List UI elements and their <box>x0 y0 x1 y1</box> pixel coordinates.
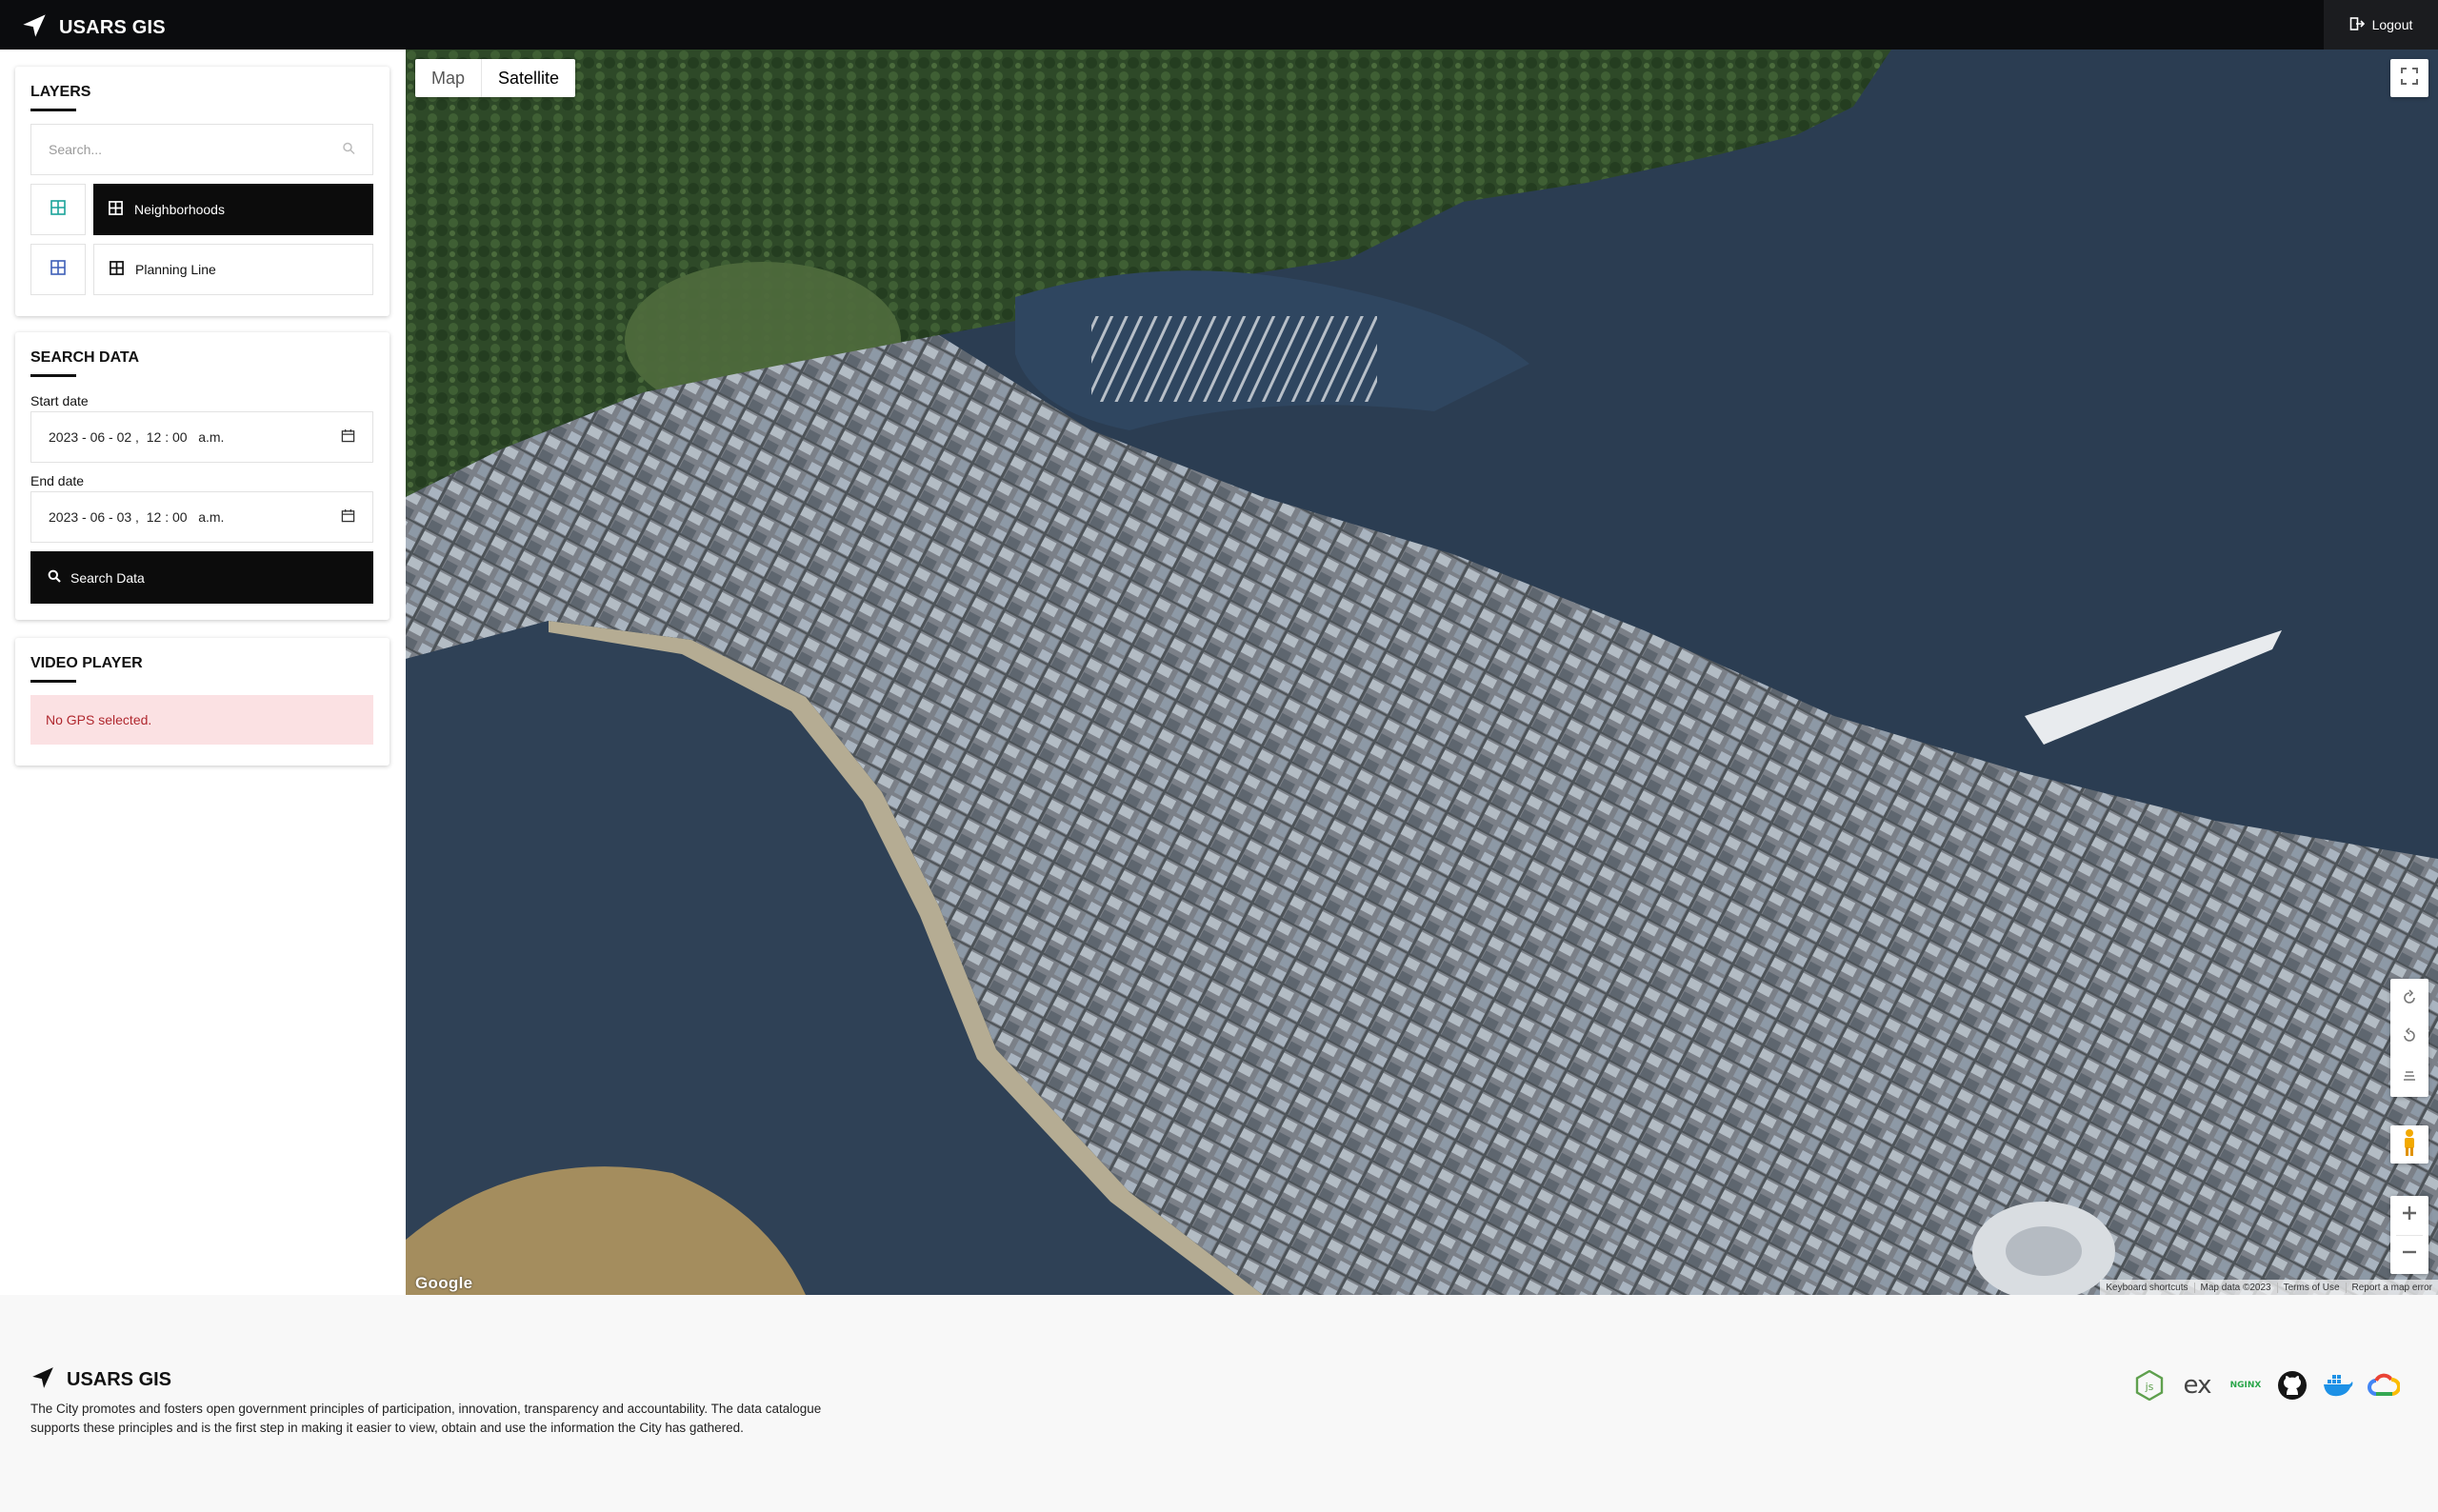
search-data-title: SEARCH DATA <box>30 349 140 366</box>
table-icon <box>109 201 123 218</box>
table-icon <box>50 199 66 220</box>
logout-button[interactable]: Logout <box>2324 0 2438 50</box>
sign-out-icon <box>2349 16 2365 34</box>
title-underline <box>30 680 76 683</box>
layer-label: Neighborhoods <box>134 202 225 217</box>
fullscreen-button[interactable] <box>2390 59 2428 97</box>
footer-brand: USARS GIS <box>30 1365 171 1395</box>
map-canvas[interactable]: Map Satellite Google Keyboard shortcuts … <box>406 50 2438 1295</box>
tilt-button[interactable] <box>2401 1057 2418 1095</box>
zoom-control <box>2390 1196 2428 1274</box>
layer-search-input[interactable]: Search... <box>30 124 373 175</box>
start-date-label: Start date <box>30 393 89 408</box>
map-type-satellite[interactable]: Satellite <box>481 59 575 97</box>
map-data-credit: Map data ©2023 <box>2193 1282 2277 1293</box>
tech-stack-icons: js ex NGINX <box>2133 1369 2400 1402</box>
nginx-icon: NGINX <box>2229 1381 2262 1390</box>
no-gps-alert: No GPS selected. <box>30 695 373 745</box>
map-type-control: Map Satellite <box>415 59 576 97</box>
app-name: USARS GIS <box>59 17 166 38</box>
map-attribution: Keyboard shortcuts Map data ©2023 Terms … <box>2100 1280 2438 1295</box>
search-icon <box>48 569 61 586</box>
end-date-label: End date <box>30 473 85 488</box>
search-placeholder: Search... <box>49 142 103 157</box>
rotate-counterclockwise-icon <box>2401 1026 2418 1049</box>
calendar-icon[interactable] <box>341 428 355 446</box>
google-logo: Google <box>415 1274 473 1292</box>
start-date-input[interactable]: 2023 - 06 - 02 , 12 : 00 a.m. <box>30 411 373 463</box>
terms-of-use-link[interactable]: Terms of Use <box>2276 1282 2346 1293</box>
layer-button-neighborhoods[interactable]: Neighborhoods <box>93 184 373 235</box>
logout-label: Logout <box>2371 17 2413 32</box>
video-player-card: VIDEO PLAYER No GPS selected. <box>15 638 390 766</box>
layer-toggle-neighborhoods[interactable] <box>30 184 86 235</box>
zoom-out-icon <box>2401 1243 2418 1265</box>
video-player-title: VIDEO PLAYER <box>30 655 143 671</box>
keyboard-shortcuts-link[interactable]: Keyboard shortcuts <box>2100 1283 2193 1293</box>
navigation-arrow-icon <box>30 1365 55 1395</box>
navigation-arrow-icon <box>21 12 48 44</box>
layer-label: Planning Line <box>135 262 216 277</box>
zoom-in-icon <box>2401 1204 2418 1226</box>
title-underline <box>30 374 76 377</box>
calendar-icon[interactable] <box>341 508 355 526</box>
camera-controls <box>2390 979 2428 1097</box>
table-icon <box>110 261 124 278</box>
pegman-icon <box>2402 1128 2417 1162</box>
layers-card: LAYERS Search... Neighborhoods Planning … <box>15 67 390 316</box>
nodejs-icon: js <box>2133 1369 2166 1402</box>
footer-description: The City promotes and fosters open gover… <box>30 1402 822 1435</box>
satellite-imagery <box>406 50 2438 1295</box>
map-type-map[interactable]: Map <box>415 59 481 97</box>
rotate-clockwise-button[interactable] <box>2401 981 2418 1019</box>
start-date-value: 2023 - 06 - 02 , 12 : 00 a.m. <box>49 429 225 445</box>
brand[interactable]: USARS GIS <box>21 12 166 44</box>
report-map-error-link[interactable]: Report a map error <box>2345 1282 2438 1293</box>
sidebar: LAYERS Search... Neighborhoods Planning … <box>0 50 406 1295</box>
docker-icon <box>2322 1369 2354 1402</box>
title-underline <box>30 109 76 111</box>
end-date-value: 2023 - 06 - 03 , 12 : 00 a.m. <box>49 509 225 525</box>
github-icon <box>2276 1369 2308 1402</box>
zoom-out-button[interactable] <box>2401 1236 2418 1274</box>
fullscreen-icon <box>2401 67 2418 90</box>
rotate-counterclockwise-button[interactable] <box>2401 1019 2418 1057</box>
zoom-in-button[interactable] <box>2401 1197 2418 1235</box>
table-icon <box>50 259 66 280</box>
search-data-card: SEARCH DATA Start date 2023 - 06 - 02 , … <box>15 332 390 620</box>
layers-title: LAYERS <box>30 84 91 100</box>
search-icon <box>342 142 355 158</box>
search-data-label: Search Data <box>70 569 145 586</box>
end-date-input[interactable]: 2023 - 06 - 03 , 12 : 00 a.m. <box>30 491 373 543</box>
footer: USARS GIS The City promotes and fosters … <box>0 1295 2438 1512</box>
footer-app-name: USARS GIS <box>67 1369 172 1390</box>
layer-toggle-planning-line[interactable] <box>30 244 86 295</box>
layer-button-planning-line[interactable]: Planning Line <box>93 244 373 295</box>
tilt-icon <box>2401 1065 2418 1087</box>
search-data-button[interactable]: Search Data <box>30 551 373 604</box>
rotate-clockwise-icon <box>2401 988 2418 1011</box>
top-navbar: USARS GIS Logout <box>0 0 2438 50</box>
google-cloud-icon <box>2368 1369 2400 1402</box>
svg-text:js: js <box>2145 1381 2154 1393</box>
street-view-button[interactable] <box>2390 1125 2428 1164</box>
express-icon: ex <box>2183 1371 2212 1400</box>
